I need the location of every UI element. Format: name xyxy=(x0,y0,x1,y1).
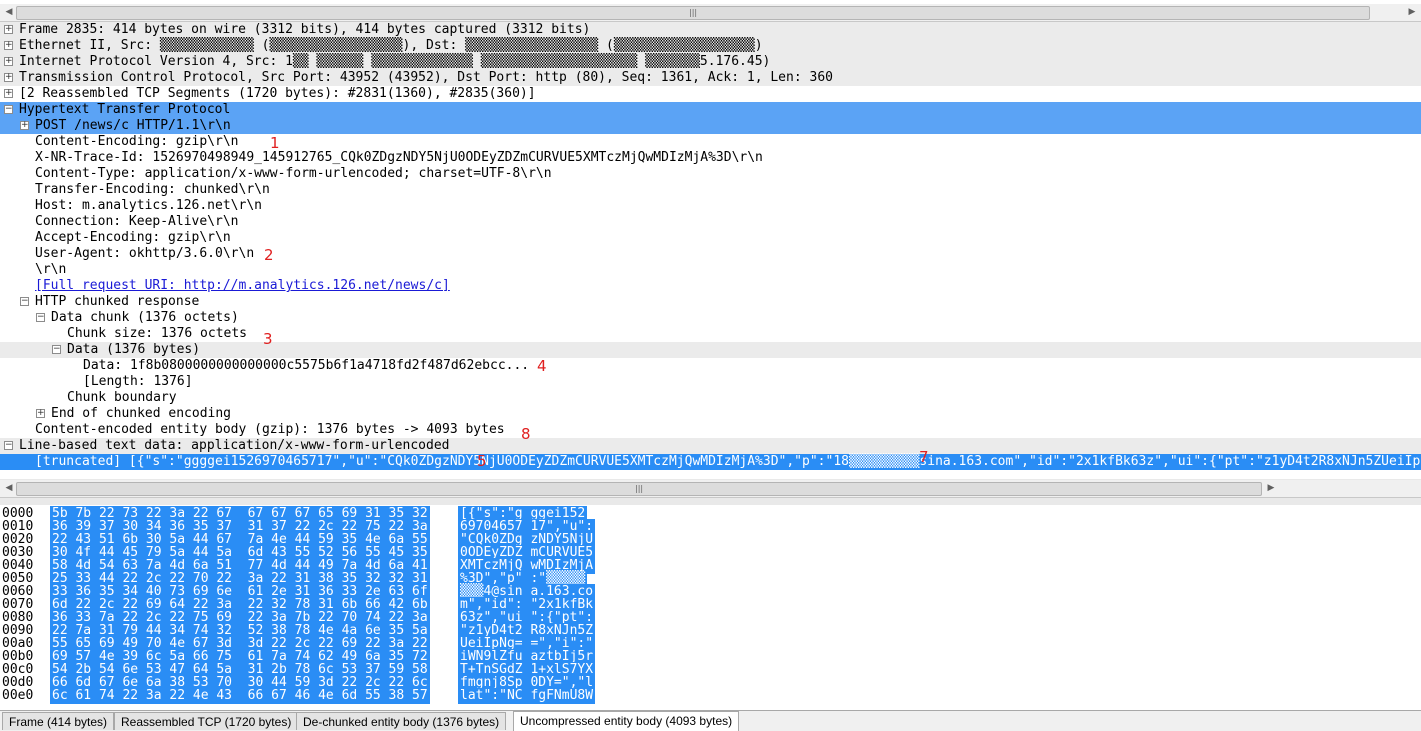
scroll-thumb[interactable]: ||| xyxy=(16,6,1370,20)
tree-row-label: Ethernet II, Src: ▒▒▒▒▒▒▒▒▒▒▒▒ (▒▒▒▒▒▒▒▒… xyxy=(19,38,763,53)
hex-dump-pane: 0000 5b 7b 22 73 22 3a 22 67 67 67 67 65 … xyxy=(0,505,1421,708)
tree-row[interactable]: + [2 Reassembled TCP Segments (1720 bytes… xyxy=(0,86,1421,102)
tree-row[interactable]: Connection: Keep-Alive\r\n xyxy=(0,214,1421,230)
byte-view-tabs: Frame (414 bytes) Reassembled TCP (1720 b… xyxy=(0,710,1421,731)
annotation-4: 4 xyxy=(537,357,547,375)
scroll-left-icon[interactable]: ◀ xyxy=(2,6,16,19)
tree-row[interactable]: − Data (1376 bytes) xyxy=(0,342,1421,358)
hex-offset: 00e0 xyxy=(2,688,34,703)
tree-row-label: POST /news/c HTTP/1.1\r\n xyxy=(35,118,231,133)
tree-row[interactable]: [Length: 1376] xyxy=(0,374,1421,390)
annotation-1: 1 xyxy=(270,134,280,152)
tree-row-label: Transfer-Encoding: chunked\r\n xyxy=(35,182,270,197)
tree-row[interactable]: Data: 1f8b0800000000000000c5575b6f1a4718… xyxy=(0,358,1421,374)
tree-row-label: Connection: Keep-Alive\r\n xyxy=(35,214,239,229)
tree-row-label: Internet Protocol Version 4, Src: 1▒▒ ▒▒… xyxy=(19,54,771,69)
hex-bytes[interactable]: 6c 61 74 22 3a 22 4e 43 66 67 46 4e 6d 5… xyxy=(50,688,430,704)
tree-row-label: Line-based text data: application/x-www-… xyxy=(19,438,450,453)
tree-row[interactable]: X-NR-Trace-Id: 1526970498949_145912765_C… xyxy=(0,150,1421,166)
details-scrollbar[interactable]: ◀ ||| ▶ xyxy=(0,480,1421,498)
minus-box-icon[interactable]: − xyxy=(52,345,61,354)
plus-box-icon[interactable]: + xyxy=(4,73,13,82)
scroll-right-icon[interactable]: ▶ xyxy=(1264,482,1278,495)
tree-row-label: End of chunked encoding xyxy=(51,406,232,421)
tree-row-label: Chunk size: 1376 octets xyxy=(67,326,248,341)
tree-row[interactable]: Accept-Encoding: gzip\r\n xyxy=(0,230,1421,246)
tree-row[interactable]: Content-encoded entity body (gzip): 1376… xyxy=(0,422,1421,438)
tree-row-label: \r\n xyxy=(35,262,67,277)
annotation-3: 3 xyxy=(263,330,273,348)
tree-row[interactable]: Host: m.analytics.126.net\r\n xyxy=(0,198,1421,214)
tree-row[interactable]: + Ethernet II, Src: ▒▒▒▒▒▒▒▒▒▒▒▒ (▒▒▒▒▒▒▒… xyxy=(0,38,1421,54)
tree-row-label: [Full request URI: http://m.analytics.12… xyxy=(35,278,450,293)
tree-row[interactable]: Content-Encoding: gzip\r\n xyxy=(0,134,1421,150)
minus-box-icon[interactable]: − xyxy=(4,441,13,450)
tree-row-label: Transmission Control Protocol, Src Port:… xyxy=(19,70,833,85)
plus-box-icon[interactable]: + xyxy=(4,89,13,98)
top-scrollbar[interactable]: ◀ ||| ▶ xyxy=(0,4,1421,22)
tree-row[interactable]: + Frame 2835: 414 bytes on wire (3312 bit… xyxy=(0,22,1421,38)
annotation-2: 2 xyxy=(264,246,274,264)
tree-row[interactable]: − Hypertext Transfer Protocol xyxy=(0,102,1421,118)
grip-icon: ||| xyxy=(689,8,698,17)
tree-row-label: Data: 1f8b0800000000000000c5575b6f1a4718… xyxy=(83,358,530,373)
tree-row-label: Data chunk (1376 octets) xyxy=(51,310,239,325)
plus-box-icon[interactable]: + xyxy=(4,41,13,50)
tree-row-label: Chunk boundary xyxy=(67,390,177,405)
annotation-8: 8 xyxy=(521,425,531,443)
hex-ascii[interactable]: lat":"NC fgFNmU8W xyxy=(458,688,596,704)
tab-byte-view[interactable]: Reassembled TCP (1720 bytes) xyxy=(114,712,299,730)
tree-row-label: [Length: 1376] xyxy=(83,374,193,389)
tree-row[interactable]: Chunk boundary xyxy=(0,390,1421,406)
tree-row-label: Accept-Encoding: gzip\r\n xyxy=(35,230,231,245)
tree-row[interactable]: − HTTP chunked response xyxy=(0,294,1421,310)
tree-row-label: HTTP chunked response xyxy=(35,294,200,309)
tree-row-label: [truncated] [{"s":"ggggei1526970465717",… xyxy=(35,454,1421,469)
grip-icon: ||| xyxy=(635,484,644,493)
tab-byte-view[interactable]: Uncompressed entity body (4093 bytes) xyxy=(513,711,740,731)
scroll-left-icon[interactable]: ◀ xyxy=(2,482,16,495)
tree-row-label: [2 Reassembled TCP Segments (1720 bytes)… xyxy=(19,86,536,101)
tree-row-label: Hypertext Transfer Protocol xyxy=(19,102,231,117)
tree-row-label: Data (1376 bytes) xyxy=(67,342,201,357)
minus-box-icon[interactable]: − xyxy=(4,105,13,114)
tree-row[interactable]: − Data chunk (1376 octets) xyxy=(0,310,1421,326)
tab-byte-view[interactable]: De-chunked entity body (1376 bytes) xyxy=(296,712,507,730)
tree-row-label: Frame 2835: 414 bytes on wire (3312 bits… xyxy=(19,22,591,37)
tree-row-label: X-NR-Trace-Id: 1526970498949_145912765_C… xyxy=(35,150,763,165)
tree-row-label: User-Agent: okhttp/3.6.0\r\n xyxy=(35,246,255,261)
packet-details-tree: + Frame 2835: 414 bytes on wire (3312 bit… xyxy=(0,22,1421,476)
plus-box-icon[interactable]: + xyxy=(36,409,45,418)
tree-row[interactable]: \r\n xyxy=(0,262,1421,278)
tab-byte-view[interactable]: Frame (414 bytes) xyxy=(2,712,115,730)
scroll-right-icon[interactable]: ▶ xyxy=(1405,6,1419,19)
tree-row[interactable]: Chunk size: 1376 octets xyxy=(0,326,1421,342)
tree-row[interactable]: + Transmission Control Protocol, Src Port… xyxy=(0,70,1421,86)
tree-row[interactable]: Transfer-Encoding: chunked\r\n xyxy=(0,182,1421,198)
tree-row-label: Content-encoded entity body (gzip): 1376… xyxy=(35,422,505,437)
minus-box-icon[interactable]: − xyxy=(36,313,45,322)
tree-row[interactable]: Content-Type: application/x-www-form-url… xyxy=(0,166,1421,182)
tree-row-label: Content-Encoding: gzip\r\n xyxy=(35,134,239,149)
plus-box-icon[interactable]: + xyxy=(4,25,13,34)
tree-row[interactable]: + End of chunked encoding xyxy=(0,406,1421,422)
scroll-thumb[interactable]: ||| xyxy=(16,482,1262,496)
tree-row-label: Content-Type: application/x-www-form-url… xyxy=(35,166,552,181)
tree-row[interactable]: [Full request URI: http://m.analytics.12… xyxy=(0,278,1421,294)
tree-row[interactable]: + POST /news/c HTTP/1.1\r\n xyxy=(0,118,1421,134)
tree-row[interactable]: − Line-based text data: application/x-www… xyxy=(0,438,1421,454)
plus-box-icon[interactable]: + xyxy=(4,57,13,66)
annotation-7: 7 xyxy=(919,448,929,466)
annotation-5: 5 xyxy=(477,452,487,470)
tree-row[interactable]: User-Agent: okhttp/3.6.0\r\n xyxy=(0,246,1421,262)
minus-box-icon[interactable]: − xyxy=(20,297,29,306)
tree-row-label: Host: m.analytics.126.net\r\n xyxy=(35,198,262,213)
tree-row[interactable]: [truncated] [{"s":"ggggei1526970465717",… xyxy=(0,454,1421,470)
tree-row[interactable]: + Internet Protocol Version 4, Src: 1▒▒ ▒… xyxy=(0,54,1421,70)
plus-box-icon[interactable]: + xyxy=(20,121,29,130)
